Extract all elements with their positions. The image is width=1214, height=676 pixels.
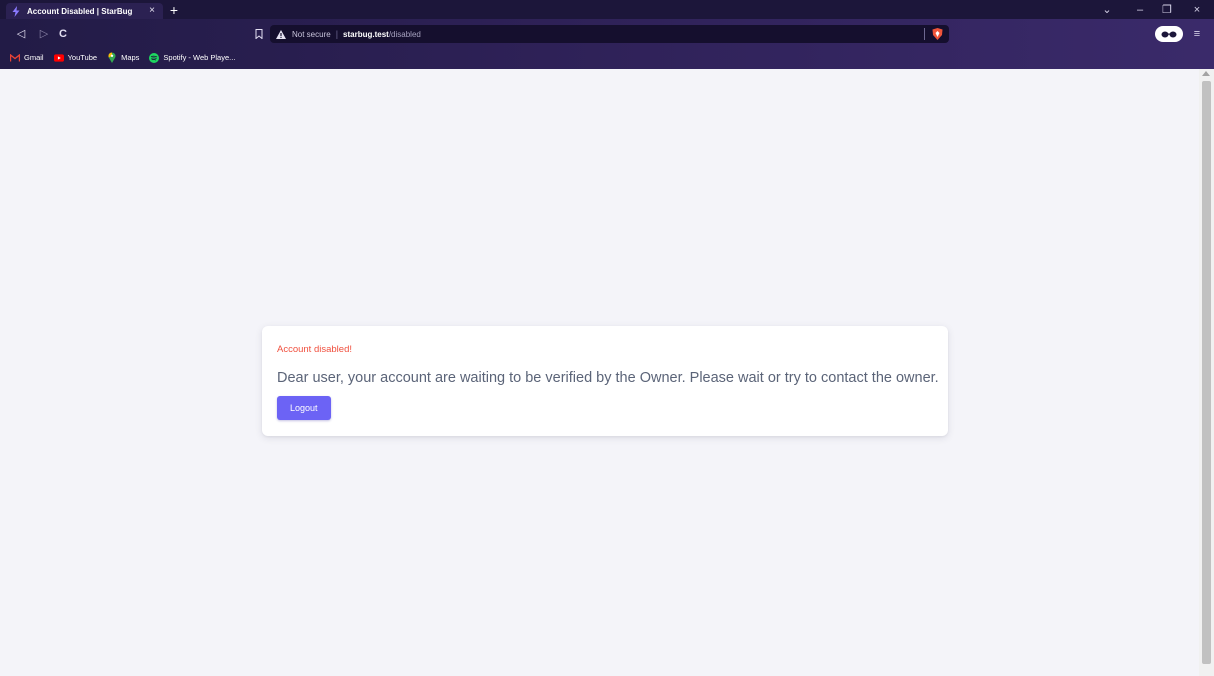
bookmark-label: Gmail (24, 53, 44, 62)
private-profile-icon[interactable] (1155, 26, 1183, 42)
restore-icon[interactable]: ❐ (1160, 3, 1174, 17)
security-status-label[interactable]: Not secure (292, 30, 331, 39)
menu-icon[interactable]: ≡ (1190, 27, 1204, 41)
brave-shield-icon[interactable] (932, 28, 943, 40)
bookmark-youtube[interactable]: YouTube (53, 51, 98, 65)
verification-message: Dear user, your account are waiting to b… (277, 370, 939, 386)
back-icon[interactable]: ◁ (14, 27, 28, 41)
bookmark-gmail[interactable]: Gmail (10, 51, 44, 65)
new-tab-button[interactable]: + (167, 3, 181, 17)
bookmark-label: Maps (121, 53, 140, 62)
tab-title: Account Disabled | StarBug (27, 6, 133, 16)
alert-title: Account disabled! (277, 344, 352, 355)
tab-account-disabled[interactable]: Account Disabled | StarBug × (6, 3, 163, 19)
scroll-up-arrow-icon[interactable] (1202, 71, 1210, 76)
forward-icon[interactable]: ▷ (37, 27, 51, 41)
bookmark-maps[interactable]: Maps (107, 51, 139, 65)
gmail-icon (10, 53, 20, 63)
bookmark-spotify[interactable]: Spotify - Web Playe... (149, 51, 235, 65)
tab-strip: Account Disabled | StarBug × + ⌄ – ❐ × (0, 0, 1214, 19)
starbug-lightning-icon (12, 5, 21, 17)
tab-close-icon[interactable]: × (147, 6, 157, 16)
account-disabled-card: Account disabled! Dear user, your accoun… (262, 326, 948, 436)
minimize-icon[interactable]: – (1133, 3, 1147, 17)
tab-search-icon[interactable]: ⌄ (1100, 3, 1114, 17)
maps-icon (107, 52, 117, 63)
url-separator: | (335, 29, 339, 39)
navigation-bar: ◁ ▷ C Not secure | starbug.test /disable… (0, 20, 1214, 48)
vertical-scrollbar[interactable] (1199, 69, 1214, 676)
close-window-icon[interactable]: × (1190, 3, 1204, 17)
bookmark-label: Spotify - Web Playe... (163, 53, 236, 62)
bookmark-icon[interactable] (253, 28, 265, 40)
scroll-thumb[interactable] (1202, 81, 1211, 664)
youtube-icon (53, 53, 64, 63)
url-path: /disabled (388, 29, 421, 39)
url-host: starbug.test (343, 29, 389, 39)
warning-triangle-icon[interactable] (276, 29, 286, 39)
address-bar[interactable]: Not secure | starbug.test /disabled (270, 25, 949, 43)
reload-icon[interactable]: C (56, 27, 70, 41)
bookmarks-bar: Gmail YouTube Maps Spotify - Web Playe..… (0, 49, 1214, 66)
browser-chrome: Account Disabled | StarBug × + ⌄ – ❐ × ◁… (0, 0, 1214, 69)
spotify-icon (149, 52, 160, 63)
bookmark-label: YouTube (67, 53, 98, 62)
url-divider (924, 28, 925, 40)
logout-button[interactable]: Logout (277, 396, 331, 420)
